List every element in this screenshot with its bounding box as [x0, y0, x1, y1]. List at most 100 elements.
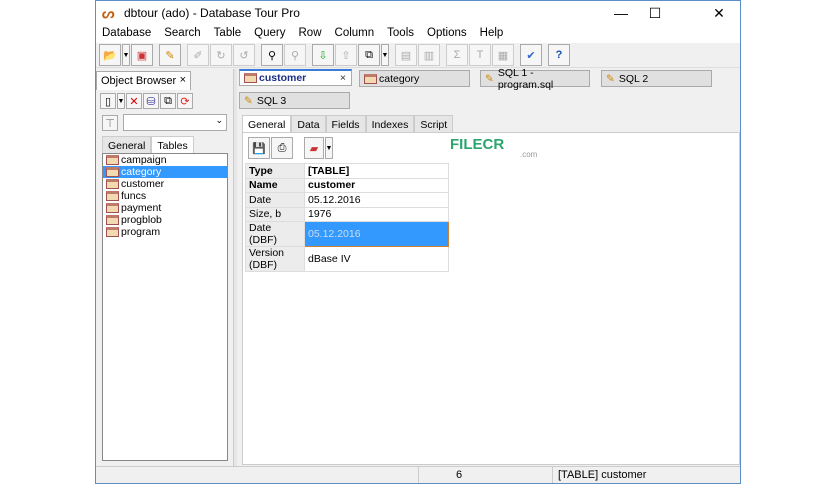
- print-icon[interactable]: ⎙: [271, 137, 293, 159]
- sum-icon[interactable]: Σ: [446, 44, 468, 66]
- close-panel-icon[interactable]: ×: [180, 74, 186, 86]
- status-bar: 6 [TABLE] customer: [96, 466, 740, 483]
- help-icon[interactable]: ?: [548, 44, 570, 66]
- undo-icon[interactable]: ↺: [233, 44, 255, 66]
- tab-label: SQL 1 - program.sql: [497, 66, 554, 91]
- close-database-icon[interactable]: ▣: [131, 44, 153, 66]
- doc-tab-sql1[interactable]: ✎ SQL 1 - program.sql: [480, 67, 590, 91]
- browser-toolbar: ▯ ▼ ✕ ⛁ ⧉ ⟳: [100, 93, 194, 109]
- table-row: Date 05.12.2016: [245, 192, 449, 208]
- delete-icon[interactable]: ✕: [126, 93, 142, 109]
- table-row: Name customer: [245, 177, 449, 193]
- list-item[interactable]: program: [103, 226, 227, 238]
- menu-options[interactable]: Options: [421, 25, 474, 43]
- sql-icon: ✎: [244, 94, 253, 107]
- menu-help[interactable]: Help: [474, 25, 511, 43]
- folder-dropdown[interactable]: ▼: [325, 137, 333, 159]
- edit-icon[interactable]: ✐: [187, 44, 209, 66]
- title-bar: ᔕ dbtour (ado) - Database Tour Pro — ☐ ✕: [96, 1, 740, 25]
- new-object-dropdown[interactable]: ▼: [117, 93, 125, 109]
- table-row: Type [TABLE]: [245, 163, 449, 179]
- menu-bar: Database Search Table Query Row Column T…: [96, 25, 740, 43]
- table-name: program: [121, 226, 161, 238]
- doc-tab-sql2[interactable]: ✎ SQL 2: [601, 70, 712, 87]
- menu-column[interactable]: Column: [329, 25, 382, 43]
- open-dropdown[interactable]: ▼: [122, 44, 130, 66]
- database-icon[interactable]: ⛁: [143, 93, 159, 109]
- properties-table: Type [TABLE] Name customer Date 05.12.2016 …: [245, 163, 449, 272]
- app-logo-icon: ᔕ: [102, 5, 115, 21]
- copy-icon[interactable]: ⧉: [358, 44, 380, 66]
- copy-object-icon[interactable]: ⧉: [160, 93, 176, 109]
- panel-splitter[interactable]: [233, 69, 237, 467]
- table-name: campaign: [121, 154, 167, 166]
- list-item[interactable]: progblob: [103, 214, 227, 226]
- list-item[interactable]: funcs: [103, 190, 227, 202]
- list-item[interactable]: campaign: [103, 154, 227, 166]
- open-database-icon[interactable]: 📂: [99, 44, 121, 66]
- table-icon: [106, 215, 119, 225]
- template-icon[interactable]: ▦: [492, 44, 514, 66]
- export-icon[interactable]: ⇧: [335, 44, 357, 66]
- folder-icon[interactable]: ▰: [304, 137, 324, 159]
- property-key: Type: [245, 163, 305, 179]
- tab-label: category: [379, 72, 420, 85]
- table-name: customer: [121, 178, 165, 190]
- watermark-sub: .com: [520, 150, 538, 159]
- table-name: category: [121, 166, 162, 178]
- filter-icon[interactable]: ⊤: [102, 115, 118, 131]
- property-value[interactable]: 05.12.2016: [304, 221, 449, 247]
- app-window: ᔕ dbtour (ado) - Database Tour Pro — ☐ ✕…: [95, 0, 741, 484]
- table-name: funcs: [121, 190, 147, 202]
- menu-row[interactable]: Row: [293, 25, 329, 43]
- doc-tab-category[interactable]: category: [359, 70, 470, 87]
- doc-tab-customer[interactable]: customer ×: [239, 69, 352, 86]
- list-item[interactable]: payment: [103, 202, 227, 214]
- property-value: customer: [304, 177, 449, 193]
- find-icon[interactable]: ⚲: [261, 44, 283, 66]
- maximize-button[interactable]: ☐: [638, 1, 672, 25]
- new-object-icon[interactable]: ▯: [100, 93, 116, 109]
- doc-tab-sql3[interactable]: ✎ SQL 3: [239, 92, 350, 109]
- import-icon[interactable]: ⇩: [312, 44, 334, 66]
- table-row: Version (DBF) dBase IV: [245, 246, 449, 272]
- panel-toolbar: 💾 ⎙ ▰ ▼: [248, 137, 334, 159]
- menu-search[interactable]: Search: [158, 25, 207, 43]
- menu-tools[interactable]: Tools: [381, 25, 421, 43]
- table-icon: [106, 167, 119, 177]
- general-panel: 💾 ⎙ ▰ ▼ Type [TABLE] Name customer Date 05.1…: [242, 132, 740, 465]
- close-tab-icon[interactable]: ×: [340, 72, 346, 84]
- text-icon[interactable]: T: [469, 44, 491, 66]
- close-button[interactable]: ✕: [702, 1, 736, 25]
- table-icon: [106, 179, 119, 189]
- menu-table[interactable]: Table: [208, 25, 249, 43]
- list-item[interactable]: category: [103, 166, 227, 178]
- menu-database[interactable]: Database: [96, 25, 158, 43]
- new-sql-icon[interactable]: ✎: [159, 44, 181, 66]
- property-value: 05.12.2016: [304, 192, 449, 208]
- table-icon: [106, 203, 119, 213]
- redo-icon[interactable]: ↻: [210, 44, 232, 66]
- check-icon[interactable]: ✔: [520, 44, 542, 66]
- tab-label: customer: [259, 72, 307, 84]
- preview-icon[interactable]: ▥: [418, 44, 440, 66]
- property-value: [TABLE]: [304, 163, 449, 179]
- menu-query[interactable]: Query: [248, 25, 292, 43]
- object-browser-tab[interactable]: Object Browser ×: [96, 71, 191, 90]
- property-key: Size, b: [245, 206, 305, 222]
- table-row: Size, b 1976: [245, 206, 449, 222]
- window-title: dbtour (ado) - Database Tour Pro: [124, 6, 300, 20]
- minimize-button[interactable]: —: [604, 1, 638, 25]
- table-icon: [106, 191, 119, 201]
- table-icon: [106, 155, 119, 165]
- report-icon[interactable]: ▤: [395, 44, 417, 66]
- table-name: payment: [121, 202, 162, 214]
- replace-icon[interactable]: ⚲: [284, 44, 306, 66]
- list-item[interactable]: customer: [103, 178, 227, 190]
- refresh-icon[interactable]: ⟳: [177, 93, 193, 109]
- filter-select[interactable]: ⌄: [123, 114, 227, 131]
- save-icon[interactable]: 💾: [248, 137, 270, 159]
- property-key: Date (DBF): [245, 221, 305, 247]
- property-key: Name: [245, 177, 305, 193]
- copy-dropdown[interactable]: ▼: [381, 44, 389, 66]
